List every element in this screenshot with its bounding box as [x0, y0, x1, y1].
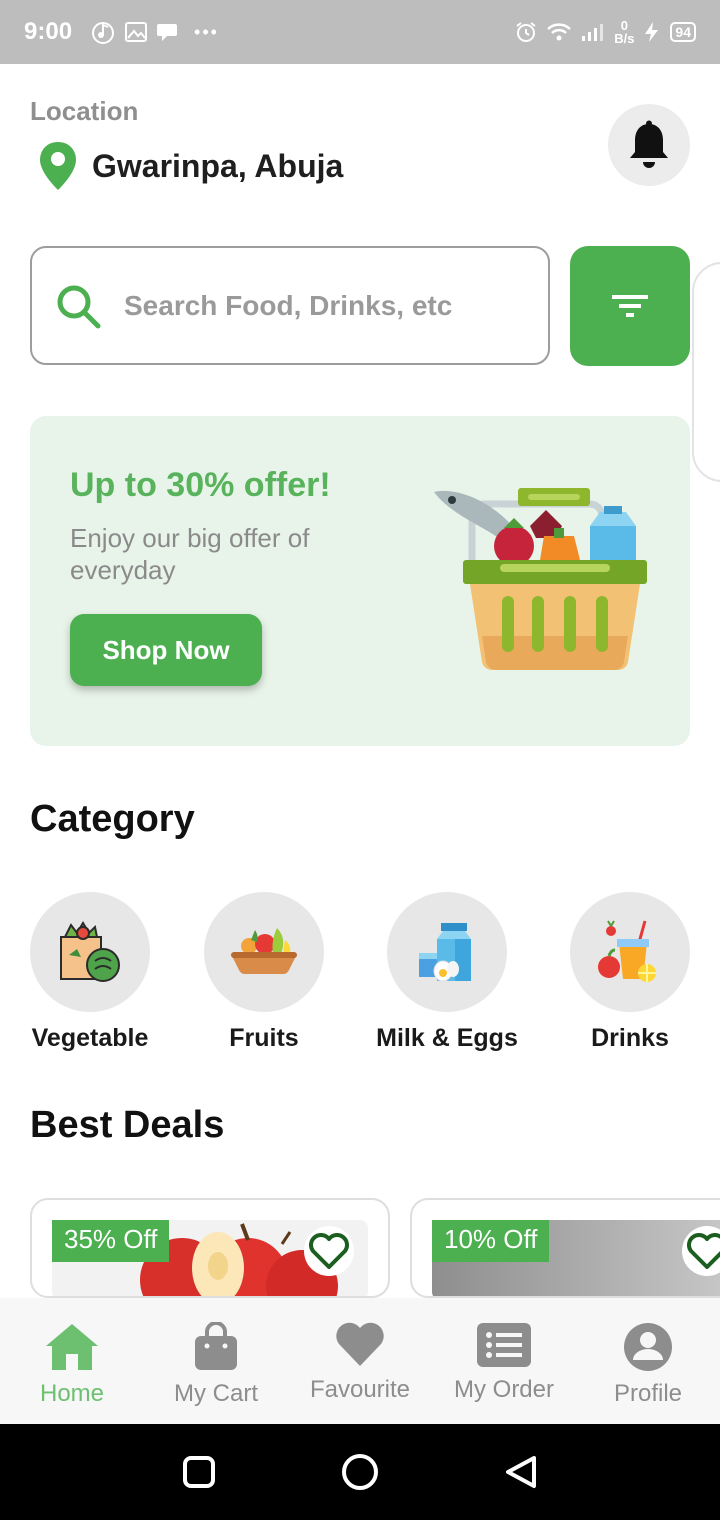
deal-card[interactable]: 10% Off: [410, 1198, 720, 1298]
promo-subtitle: Enjoy our big offer of everyday: [70, 523, 310, 585]
category-label: Fruits: [229, 1024, 299, 1052]
deal-card[interactable]: 35% Off: [30, 1198, 390, 1298]
heart-outline-icon: [309, 1233, 349, 1269]
nav-profile[interactable]: Profile: [576, 1298, 720, 1424]
net-speed: 0 B/s: [614, 19, 634, 45]
category-icon-circle: [387, 892, 507, 1012]
back-button-icon[interactable]: [504, 1454, 538, 1490]
best-deals-title: Best Deals: [30, 1104, 225, 1146]
alarm-icon: [516, 22, 536, 42]
search-icon: [57, 285, 101, 328]
favourite-toggle[interactable]: [304, 1226, 354, 1276]
category-icon-circle: [204, 892, 324, 1012]
music-icon: [92, 22, 115, 44]
bottom-navigation: Home My Cart Favourite My Order Profile: [0, 1298, 720, 1424]
status-time: 9:00: [24, 18, 73, 45]
system-navigation-bar: [0, 1424, 720, 1520]
nav-label: My Order: [453, 1376, 554, 1403]
search-input[interactable]: [124, 289, 504, 322]
category-label: Milk & Eggs: [376, 1024, 518, 1052]
discount-badge: 10% Off: [432, 1220, 550, 1262]
home-button-icon[interactable]: [341, 1453, 379, 1491]
image-icon: [125, 22, 148, 42]
side-drawer-edge[interactable]: [692, 262, 720, 482]
search-bar[interactable]: [30, 246, 550, 365]
charging-icon: [645, 22, 659, 42]
category-label: Vegetable: [31, 1024, 149, 1052]
promo-banner: Up to 30% offer! Enjoy our big offer of …: [30, 416, 690, 746]
nav-label: My Cart: [174, 1380, 258, 1407]
vegetable-bag-icon: [60, 921, 120, 982]
fruit-bowl-icon: [231, 928, 297, 975]
notification-button[interactable]: [608, 104, 690, 186]
location-pin-icon: [40, 142, 76, 190]
net-speed-unit: B/s: [614, 31, 635, 46]
heart-icon: [336, 1322, 384, 1366]
shopping-bag-icon: [195, 1322, 237, 1370]
location-selector[interactable]: Gwarinpa, Abuja: [38, 140, 343, 192]
chat-icon: [157, 24, 178, 41]
status-notification-icons: •••: [90, 19, 219, 45]
category-title: Category: [30, 798, 195, 840]
category-fruits[interactable]: Fruits: [184, 892, 344, 1053]
promo-title: Up to 30% offer!: [70, 466, 331, 504]
wifi-icon: [547, 23, 572, 41]
category-milk-eggs[interactable]: Milk & Eggs: [367, 892, 527, 1053]
signal-icon: [582, 24, 604, 41]
location-value: Gwarinpa, Abuja: [92, 147, 344, 184]
favourite-toggle[interactable]: [682, 1226, 720, 1276]
filter-icon: [612, 295, 648, 317]
status-more-dots: •••: [194, 21, 219, 42]
nav-label: Favourite: [309, 1376, 411, 1403]
grocery-basket-illustration: [434, 488, 647, 671]
discount-badge: 35% Off: [52, 1220, 170, 1262]
milk-eggs-icon: [419, 923, 471, 982]
home-icon: [46, 1324, 98, 1370]
order-list-icon: [477, 1323, 531, 1367]
category-icon-circle: [30, 892, 150, 1012]
bell-icon: [630, 120, 668, 168]
battery-level: 94: [670, 22, 696, 42]
category-label: Drinks: [591, 1024, 669, 1052]
status-bar: 9:00 ••• 0 B/s 94: [0, 0, 720, 64]
drinks-icon: [598, 920, 656, 982]
nav-label: Profile: [613, 1380, 683, 1407]
recents-button-icon[interactable]: [182, 1455, 216, 1489]
category-drinks[interactable]: Drinks: [550, 892, 710, 1053]
nav-favourite[interactable]: Favourite: [288, 1298, 432, 1424]
filter-button[interactable]: [570, 246, 690, 366]
heart-outline-icon: [687, 1233, 720, 1269]
nav-my-order[interactable]: My Order: [432, 1298, 576, 1424]
nav-label: Home: [39, 1380, 105, 1407]
status-system-icons: 0 B/s 94: [514, 19, 696, 45]
app-screen: 9:00 ••• 0 B/s 94 Location Gwarinpa, Abu…: [0, 0, 720, 1520]
category-icon-circle: [570, 892, 690, 1012]
category-vegetable[interactable]: Vegetable: [10, 892, 170, 1053]
location-label: Location: [30, 96, 139, 126]
nav-my-cart[interactable]: My Cart: [144, 1298, 288, 1424]
nav-home[interactable]: Home: [0, 1298, 144, 1424]
shop-now-button[interactable]: Shop Now: [70, 614, 262, 686]
profile-icon: [624, 1323, 672, 1371]
